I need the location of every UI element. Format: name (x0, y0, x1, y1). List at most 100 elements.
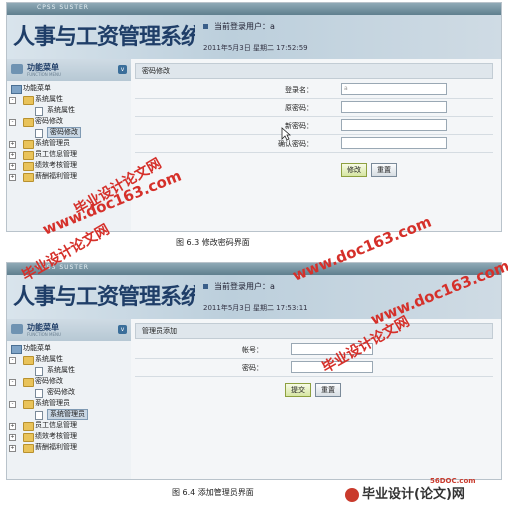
menu-header: 功能菜单 FUNCTION MENU v (7, 319, 131, 341)
form-row: 新密码： (135, 116, 493, 135)
tree-item-label: 功能菜单 (23, 344, 51, 352)
window-topbar: CPSS SUSTER (7, 3, 501, 15)
tree-item-label: 系统属性 (47, 366, 75, 374)
tree-item[interactable]: + 薪酬福利管理 (7, 442, 131, 453)
text-input[interactable] (341, 137, 447, 149)
folder-icon (23, 140, 34, 149)
window-topbar: CPSS SUSTER (7, 263, 501, 275)
collapse-icon[interactable]: - (9, 401, 16, 408)
expand-icon[interactable]: + (9, 152, 16, 159)
figure-caption-6-4: 图 6.4 添加管理员界面 (172, 488, 254, 497)
tree-item-label: 系统管理员 (35, 399, 70, 407)
tree-item[interactable]: + 员工信息管理 (7, 149, 131, 160)
content-area: 管理员添加 帐号： 密码： 提交 重置 (131, 319, 501, 479)
folder-icon (23, 378, 34, 387)
collapse-toggle[interactable]: v (118, 65, 127, 74)
submit-button[interactable]: 修改 (341, 163, 367, 177)
folder-icon (23, 173, 34, 182)
collapse-icon[interactable]: - (9, 119, 16, 126)
page-icon (35, 367, 43, 376)
folder-icon (23, 422, 34, 431)
tree-item-label: 系统管理员 (35, 139, 70, 147)
tree-item-label: 密码修改 (47, 127, 81, 138)
tree-item-label: 系统属性 (35, 355, 63, 363)
tree-item[interactable]: 密码修改 (7, 387, 131, 398)
tree-item-label: 绩效考核管理 (35, 432, 77, 440)
tree-item[interactable]: 系统属性 (7, 365, 131, 376)
expand-icon[interactable]: + (9, 163, 16, 170)
current-user: 当前登录用户：a (203, 281, 275, 292)
expand-icon[interactable]: + (9, 141, 16, 148)
tree-item[interactable]: 功能菜单 (7, 83, 131, 94)
folder-icon (23, 356, 34, 365)
figure-caption-6-3: 图 6.3 修改密码界面 (176, 238, 250, 247)
menu-subtitle: FUNCTION MENU (27, 72, 61, 77)
tree-item-label: 绩效考核管理 (35, 161, 77, 169)
text-input[interactable] (341, 101, 447, 113)
submit-button[interactable]: 提交 (285, 383, 311, 397)
system-title: 人事与工资管理系统 (13, 284, 195, 309)
form-row: 密码： (135, 358, 493, 377)
tree-item[interactable]: + 系统管理员 (7, 138, 131, 149)
folder-icon (23, 151, 34, 160)
form-row: 帐号： (135, 340, 493, 359)
reset-button[interactable]: 重置 (315, 383, 341, 397)
folder-icon (23, 118, 34, 127)
folder-icon (23, 162, 34, 171)
menu-tree: 功能菜单 - 系统属性 系统属性 - 密码修改 密码修改 - 系统管理员 系统管理员 + 员工信息管理… (7, 341, 131, 453)
panel-title: 密码修改 (135, 63, 493, 79)
tree-item[interactable]: + 绩效考核管理 (7, 160, 131, 171)
tree-item[interactable]: + 绩效考核管理 (7, 431, 131, 442)
tree-item[interactable]: 功能菜单 (7, 343, 131, 354)
brand-text: CPSS SUSTER (37, 4, 89, 11)
collapse-toggle[interactable]: v (118, 325, 127, 334)
tree-item[interactable]: 系统管理员 (7, 409, 131, 420)
tree-item[interactable]: - 系统管理员 (7, 398, 131, 409)
cursor-icon (281, 127, 291, 141)
tree-item-label: 密码修改 (35, 377, 63, 385)
tree-item-label: 员工信息管理 (35, 421, 77, 429)
collapse-icon[interactable]: - (9, 379, 16, 386)
text-input[interactable] (341, 119, 447, 131)
computer-icon (11, 85, 22, 94)
field-label: 密码： (242, 364, 263, 372)
menu-icon (11, 64, 23, 74)
reset-button[interactable]: 重置 (371, 163, 397, 177)
expand-icon[interactable]: + (9, 174, 16, 181)
menu-tree: 功能菜单 - 系统属性 系统属性 - 密码修改 密码修改 + 系统管理员 + 员工信息管理 + 绩效考核… (7, 81, 131, 182)
tree-item-label: 功能菜单 (23, 84, 51, 92)
tree-item-label: 密码修改 (35, 117, 63, 125)
tree-item[interactable]: 密码修改 (7, 127, 131, 138)
collapse-icon[interactable]: - (9, 357, 16, 364)
tree-item[interactable]: 系统属性 (7, 105, 131, 116)
current-user: 当前登录用户：a (203, 21, 275, 32)
collapse-icon[interactable]: - (9, 97, 16, 104)
expand-icon[interactable]: + (9, 445, 16, 452)
tree-item[interactable]: - 系统属性 (7, 354, 131, 365)
menu-icon (11, 324, 23, 334)
bullet-icon (203, 24, 208, 29)
folder-icon (23, 96, 34, 105)
expand-icon[interactable]: + (9, 434, 16, 441)
tree-item-label: 系统属性 (47, 106, 75, 114)
button-row: 提交 重置 (285, 377, 345, 397)
tree-item-label: 员工信息管理 (35, 150, 77, 158)
form-row: 确认密码： (135, 134, 493, 153)
button-row: 修改 重置 (341, 157, 401, 177)
tree-item[interactable]: + 员工信息管理 (7, 420, 131, 431)
site-logo: 毕业设计(论文)网 (345, 483, 465, 502)
tree-item-label: 密码修改 (47, 388, 75, 396)
tree-item[interactable]: - 系统属性 (7, 94, 131, 105)
expand-icon[interactable]: + (9, 423, 16, 430)
field-label: 登录名： (285, 86, 313, 94)
text-input[interactable]: a (341, 83, 447, 95)
sidebar: 功能菜单 FUNCTION MENU v 功能菜单 - 系统属性 系统属性 - 密码修改密… (7, 319, 132, 479)
computer-icon (11, 345, 22, 354)
tree-item[interactable]: - 密码修改 (7, 116, 131, 127)
tree-item[interactable]: - 密码修改 (7, 376, 131, 387)
field-label: 原密码： (285, 104, 313, 112)
folder-icon (23, 444, 34, 453)
field-label: 帐号： (242, 346, 263, 354)
timestamp: 2011年5月3日 星期二 17:52:59 (203, 44, 308, 52)
folder-icon (23, 433, 34, 442)
